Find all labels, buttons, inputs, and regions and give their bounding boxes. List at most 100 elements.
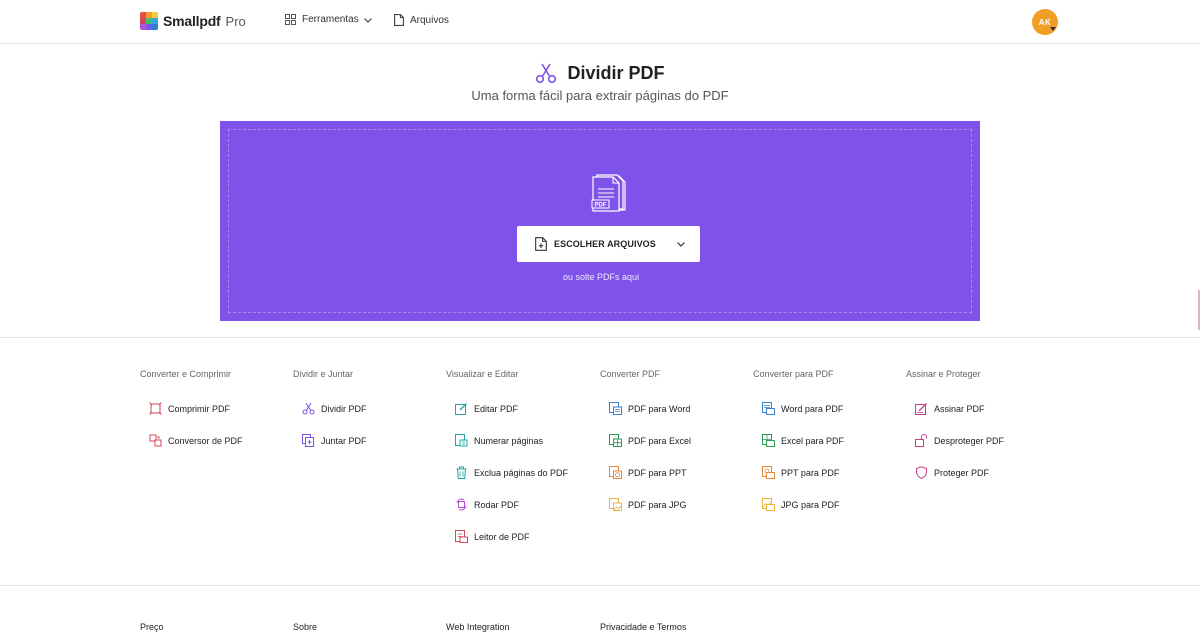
reader-icon (455, 530, 468, 543)
tool-label: Assinar PDF (934, 403, 985, 414)
pdf-to-jpg-icon (609, 498, 622, 511)
tool-label: Juntar PDF (321, 435, 367, 446)
tool-label: Conversor de PDF (168, 435, 243, 446)
tool-label: Leitor de PDF (474, 531, 530, 542)
tool-link-delete-pages[interactable]: Exclua páginas do PDF (455, 466, 568, 479)
unlock-icon (915, 434, 927, 447)
avatar-caret-icon[interactable] (1050, 27, 1056, 31)
tool-link-number-pages[interactable]: Numerar páginas (455, 434, 543, 447)
tool-link-split[interactable]: Dividir PDF (302, 402, 367, 415)
document-icon (394, 14, 404, 26)
grid-icon (285, 14, 296, 25)
tool-label: Word para PDF (781, 403, 844, 414)
files-link-label: Arquivos (410, 14, 449, 26)
tool-link-merge[interactable]: Juntar PDF (302, 434, 367, 447)
tool-label: Rodar PDF (474, 499, 520, 510)
tool-label: PDF para PPT (628, 467, 687, 478)
excel-to-pdf-icon (762, 434, 775, 447)
avatar[interactable]: AK (1032, 9, 1058, 35)
tool-column-convert-pdf: Converter PDF PDF para Word PDF para Exc… (600, 369, 750, 511)
tool-link-word-to-pdf[interactable]: Word para PDF (762, 402, 843, 415)
brand-name: Smallpdf (163, 13, 221, 29)
pdf-files-illustration-icon: PDF (591, 174, 626, 212)
illustration-pdf-label: PDF (595, 202, 607, 208)
files-link[interactable]: Arquivos (394, 14, 449, 26)
tool-label: Editar PDF (474, 403, 519, 414)
choose-files-button[interactable]: ESCOLHER ARQUIVOS (517, 226, 700, 262)
footer-link-web-integration[interactable]: Web Integration (446, 622, 509, 632)
tool-link-protect[interactable]: Proteger PDF (915, 466, 989, 479)
tool-column-split-merge: Dividir e Juntar Dividir PDF Juntar PDF (293, 369, 443, 447)
tool-link-pdf-to-excel[interactable]: PDF para Excel (609, 434, 691, 447)
tool-label: PDF para JPG (628, 499, 687, 510)
tool-link-compress[interactable]: Comprimir PDF (149, 402, 230, 415)
tool-link-rotate[interactable]: Rodar PDF (455, 498, 519, 511)
logo-mark-icon (140, 12, 158, 30)
footer-link-pricing[interactable]: Preço (140, 622, 164, 632)
tool-link-pdf-to-ppt[interactable]: PDF para PPT (609, 466, 687, 479)
tool-label: Numerar páginas (474, 435, 544, 446)
tool-column-convert-to-pdf: Converter para PDF Word para PDF Excel p… (753, 369, 903, 511)
jpg-to-pdf-icon (762, 498, 775, 511)
rotate-icon (456, 498, 467, 511)
tool-label: Comprimir PDF (168, 403, 230, 414)
page-subtitle: Uma forma fácil para extrair páginas do … (471, 88, 729, 103)
file-dropzone[interactable]: PDF ESCOLHER ARQUIVOS ou solte PDFs aqui (220, 121, 980, 321)
pdf-to-ppt-icon (609, 466, 622, 479)
column-heading: Dividir e Juntar (293, 369, 354, 379)
tool-label: PDF para Excel (628, 435, 692, 446)
tool-label: PDF para Word (628, 403, 691, 414)
chevron-down-icon[interactable] (676, 240, 686, 248)
ppt-to-pdf-icon (762, 466, 775, 479)
tool-label: Proteger PDF (934, 467, 990, 478)
edit-icon (455, 403, 467, 415)
footer-link-about[interactable]: Sobre (293, 622, 317, 632)
convert-icon (149, 434, 162, 447)
tool-link-pdf-to-jpg[interactable]: PDF para JPG (609, 498, 687, 511)
dropzone-border: PDF ESCOLHER ARQUIVOS ou solte PDFs aqui (228, 129, 972, 313)
trash-icon (456, 466, 467, 479)
choose-files-label: ESCOLHER ARQUIVOS (554, 239, 656, 249)
tool-label: Excel para PDF (781, 435, 845, 446)
tool-link-sign[interactable]: Assinar PDF (915, 402, 985, 415)
tool-link-edit[interactable]: Editar PDF (455, 402, 518, 415)
column-heading: Converter PDF (600, 369, 661, 379)
tool-link-jpg-to-pdf[interactable]: JPG para PDF (762, 498, 840, 511)
tools-menu-label: Ferramentas (302, 14, 359, 25)
tool-link-pdf-to-word[interactable]: PDF para Word (609, 402, 690, 415)
tool-link-unlock[interactable]: Desproteger PDF (915, 434, 1004, 447)
column-heading: Visualizar e Editar (446, 369, 519, 379)
compress-icon (149, 402, 162, 415)
word-to-pdf-icon (762, 402, 775, 415)
top-header: Smallpdf Pro Ferramentas Arquivos AK (0, 0, 1200, 44)
footer-link-privacy-terms[interactable]: Privacidade e Termos (600, 622, 686, 632)
brand-logo[interactable]: Smallpdf Pro (140, 12, 246, 30)
tools-menu-button[interactable]: Ferramentas (285, 14, 373, 25)
page-numbers-icon (455, 434, 468, 447)
footer-divider (0, 585, 1200, 586)
pdf-to-word-icon (609, 402, 622, 415)
tool-link-reader[interactable]: Leitor de PDF (455, 530, 530, 543)
column-heading: Converter para PDF (753, 369, 834, 379)
drop-hint: ou solte PDFs aqui (562, 272, 640, 282)
column-heading: Converter e Comprimir (140, 369, 232, 379)
tool-label: PPT para PDF (781, 467, 840, 478)
tool-link-excel-to-pdf[interactable]: Excel para PDF (762, 434, 844, 447)
tool-column-sign-protect: Assinar e Proteger Assinar PDF Desproteg… (906, 369, 1056, 479)
tool-label: Dividir PDF (321, 403, 367, 414)
pdf-to-excel-icon (609, 434, 622, 447)
tool-link-ppt-to-pdf[interactable]: PPT para PDF (762, 466, 839, 479)
tool-column-convert-compress: Converter e Comprimir Comprimir PDF Conv… (140, 369, 290, 447)
merge-icon (302, 434, 314, 447)
chevron-down-icon (363, 17, 372, 23)
scissors-icon (302, 402, 315, 415)
tool-label: JPG para PDF (781, 499, 840, 510)
tool-label: Exclua páginas do PDF (474, 467, 569, 478)
scissors-icon (536, 63, 557, 84)
add-file-icon (535, 237, 547, 251)
page-title: Dividir PDF (567, 62, 665, 83)
tool-link-converter[interactable]: Conversor de PDF (149, 434, 243, 447)
section-divider (0, 337, 1200, 338)
shield-icon (916, 466, 927, 479)
tool-column-view-edit: Visualizar e Editar Editar PDF Numerar p… (446, 369, 596, 543)
